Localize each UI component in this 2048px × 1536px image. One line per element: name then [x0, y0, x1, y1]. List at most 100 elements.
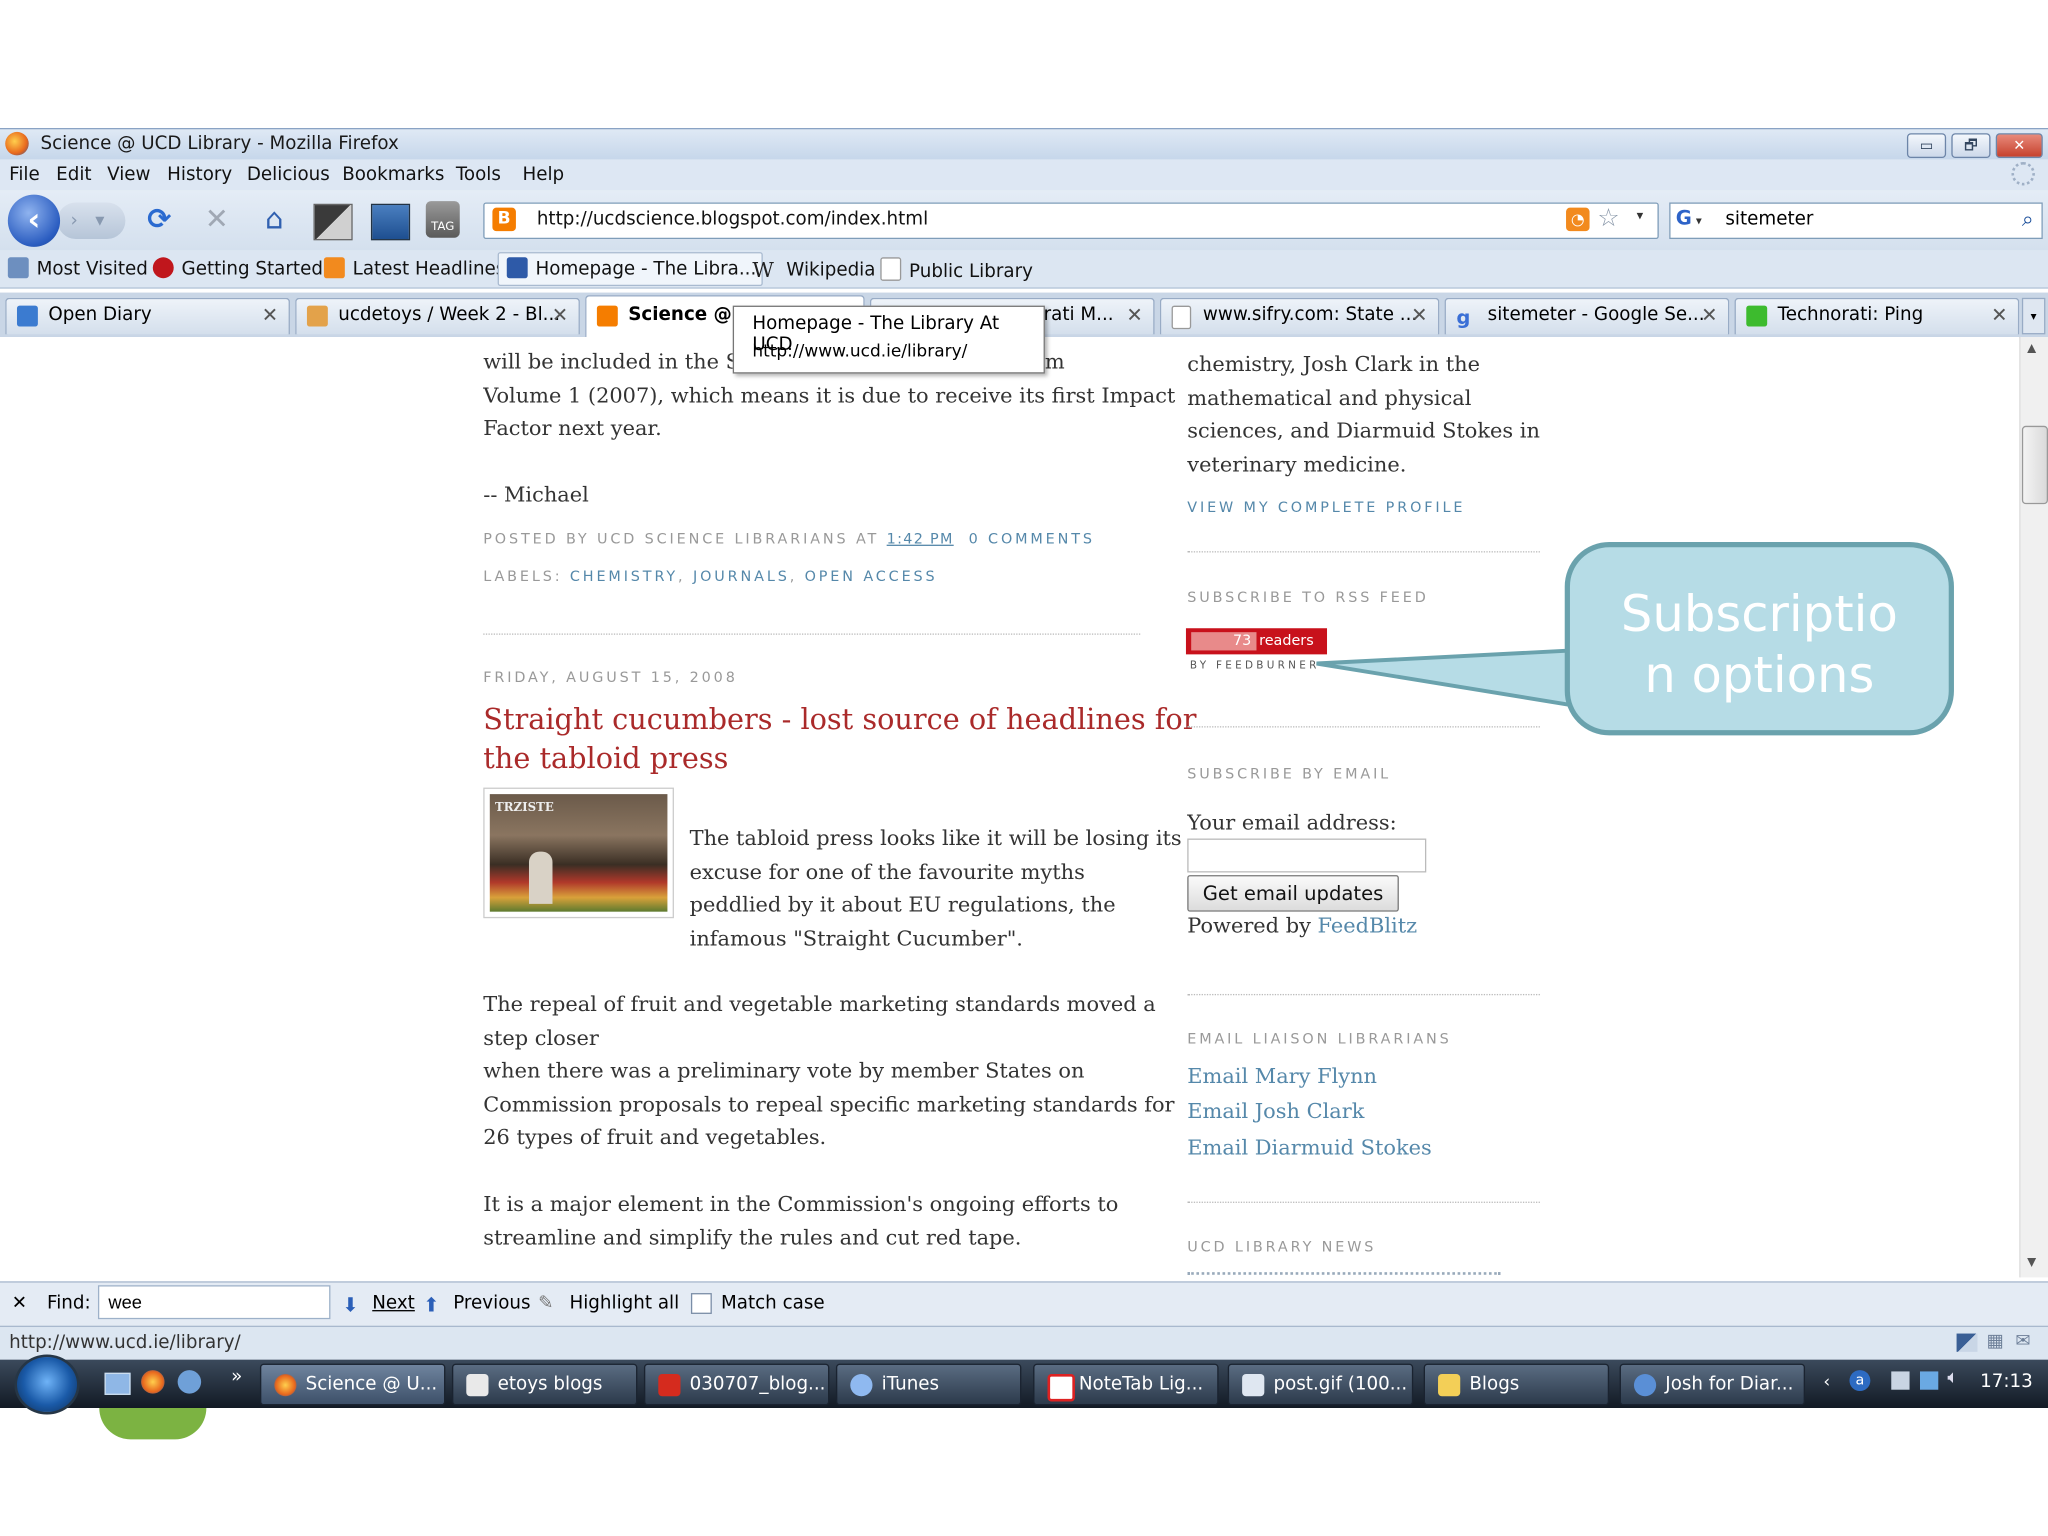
address-input[interactable]: http://ucdscience.blogspot.com/index.htm… — [537, 209, 928, 230]
menu-view[interactable]: View — [107, 165, 150, 186]
taskbar-button-notetab[interactable]: NoteTab Lig... — [1033, 1363, 1219, 1406]
google-engine-icon[interactable]: G ▾ — [1676, 206, 1715, 232]
restore-button[interactable]: 🗗 — [1951, 133, 1991, 159]
ie-quicklaunch-icon[interactable] — [177, 1370, 202, 1394]
screenshot-icon[interactable] — [313, 203, 353, 241]
taskbar-button-post-gif[interactable]: post.gif (100... — [1227, 1363, 1414, 1406]
tab-open-diary[interactable]: Open Diary ✕ — [5, 297, 290, 335]
tab-close-icon[interactable]: ✕ — [1126, 303, 1142, 327]
tab-close-icon[interactable]: ✕ — [552, 303, 568, 327]
tab-list-button[interactable]: ▾ — [2021, 297, 2046, 335]
find-next-button[interactable]: Next — [372, 1293, 415, 1314]
tray-device-icon[interactable] — [1891, 1371, 1910, 1390]
feedblitz-link[interactable]: FeedBlitz — [1318, 913, 1418, 938]
close-window-button[interactable]: ✕ — [1995, 133, 2043, 159]
bookmark-public-library[interactable]: Public Library — [880, 257, 1033, 282]
email-diarmuid-stokes-link[interactable]: Email Diarmuid Stokes — [1187, 1135, 1431, 1160]
find-previous-button[interactable]: Previous — [453, 1293, 530, 1314]
menu-edit[interactable]: Edit — [56, 165, 91, 186]
window-title-bar[interactable]: Science @ UCD Library - Mozilla Firefox … — [0, 127, 2048, 161]
menu-history[interactable]: History — [167, 165, 232, 186]
address-bar[interactable]: B http://ucdscience.blogspot.com/index.h… — [483, 202, 1659, 240]
tab-sitemeter-google[interactable]: g sitemeter - Google Se... ✕ — [1444, 297, 1730, 335]
tab-close-icon[interactable]: ✕ — [1411, 303, 1427, 327]
post-title-line[interactable]: the tabloid press — [483, 741, 1196, 780]
tray-network-icon[interactable] — [1919, 1371, 1939, 1390]
post-time-link[interactable]: 1:42 PM — [887, 530, 954, 547]
post-title[interactable]: Straight cucumbers - lost source of head… — [483, 701, 1196, 779]
home-icon[interactable]: ⌂ — [256, 204, 293, 238]
comments-link[interactable]: 0 COMMENTS — [969, 530, 1095, 547]
scrollbar-thumb[interactable] — [2021, 425, 2048, 505]
bookmark-homepage-library[interactable]: Homepage - The Libra... — [497, 252, 763, 287]
email-label: Your email address: — [1187, 809, 1397, 835]
get-email-updates-button[interactable]: Get email updates — [1187, 875, 1399, 912]
back-button[interactable]: ‹ — [7, 194, 61, 247]
match-case-label[interactable]: Match case — [721, 1293, 825, 1314]
stop-icon[interactable]: ✕ — [199, 204, 236, 238]
forward-button[interactable]: › ▾ — [57, 202, 126, 240]
minimize-button[interactable]: ▭ — [1906, 133, 1947, 159]
firefox-quicklaunch-icon[interactable] — [141, 1370, 165, 1394]
bookmark-getting-started[interactable]: Getting Started — [152, 257, 323, 280]
find-close-icon[interactable]: ✕ — [12, 1293, 27, 1314]
bookmark-most-visited[interactable]: Most Visited — [7, 257, 148, 280]
taskbar-button-itunes[interactable]: iTunes — [835, 1363, 1022, 1406]
tab-technorati-ping[interactable]: Technorati: Ping ✕ — [1734, 297, 2020, 335]
post-title-line[interactable]: Straight cucumbers - lost source of head… — [483, 701, 1196, 740]
search-input[interactable]: sitemeter — [1725, 209, 1813, 230]
highlight-all-button[interactable]: Highlight all — [569, 1293, 679, 1314]
bookmark-latest-headlines[interactable]: Latest Headlines — [323, 257, 505, 280]
menu-delicious[interactable]: Delicious — [247, 165, 330, 186]
menu-file[interactable]: File — [9, 165, 40, 186]
url-dropdown-icon[interactable]: ▾ — [1637, 209, 1644, 223]
find-previous-arrow-icon[interactable]: ⬆ — [423, 1293, 439, 1317]
status-grid-icon[interactable]: ▦ — [1987, 1331, 2004, 1352]
tag-icon[interactable]: TAG — [425, 201, 460, 238]
tray-app-icon[interactable]: a — [1849, 1370, 1871, 1392]
bookmark-wikipedia[interactable]: W Wikipedia — [752, 257, 875, 282]
label-link-journals[interactable]: JOURNALS — [693, 568, 790, 585]
status-mail-icon[interactable]: ✉ — [2015, 1331, 2030, 1352]
status-screen-icon[interactable] — [1956, 1333, 1978, 1352]
bookmark-star-icon[interactable]: ☆ — [1597, 204, 1619, 233]
view-profile-link[interactable]: VIEW MY COMPLETE PROFILE — [1187, 499, 1465, 516]
market-sign: TRZISTE — [495, 801, 554, 816]
email-mary-flynn-link[interactable]: Email Mary Flynn — [1187, 1063, 1377, 1088]
scroll-down-icon[interactable]: ▼ — [2027, 1256, 2036, 1269]
menu-bookmarks[interactable]: Bookmarks — [342, 165, 444, 186]
reload-icon[interactable]: ⟳ — [141, 204, 178, 238]
search-icon[interactable]: ⌕ — [2022, 206, 2034, 232]
post-image-frame[interactable]: TRZISTE — [483, 787, 674, 919]
find-next-arrow-icon[interactable]: ⬇ — [342, 1293, 358, 1317]
find-input[interactable] — [97, 1285, 331, 1320]
taskbar-button-josh[interactable]: Josh for Diar... — [1619, 1363, 1806, 1406]
start-button[interactable] — [14, 1354, 80, 1415]
menu-help[interactable]: Help — [522, 165, 564, 186]
tray-expand-icon[interactable]: ‹ — [1823, 1373, 1830, 1393]
match-case-checkbox[interactable] — [690, 1293, 712, 1314]
search-box[interactable]: G ▾ sitemeter ⌕ — [1669, 202, 2043, 240]
tab-close-icon[interactable]: ✕ — [1991, 303, 2007, 327]
show-desktop-icon[interactable] — [104, 1372, 131, 1395]
label-link-open-access[interactable]: OPEN ACCESS — [805, 568, 938, 585]
quicklaunch-overflow-icon[interactable]: » — [231, 1366, 242, 1387]
tab-close-icon[interactable]: ✕ — [262, 303, 278, 327]
tab-close-icon[interactable]: ✕ — [1701, 303, 1717, 327]
taskbar-button-blogs[interactable]: Blogs — [1423, 1363, 1610, 1406]
email-address-input[interactable] — [1187, 838, 1427, 873]
scroll-up-icon[interactable]: ▲ — [2027, 342, 2036, 355]
bookmark-tool-icon[interactable] — [370, 203, 411, 241]
post-text-line: It is a major element in the Commission'… — [483, 1191, 1119, 1216]
taskbar-button-etoys[interactable]: etoys blogs — [451, 1363, 638, 1406]
email-josh-clark-link[interactable]: Email Josh Clark — [1187, 1098, 1364, 1123]
label-link-chemistry[interactable]: CHEMISTRY — [570, 568, 678, 585]
system-clock[interactable]: 17:13 — [1980, 1371, 2033, 1392]
taskbar-button-pdf[interactable]: 030707_blog... — [643, 1363, 830, 1406]
tab-ucdetoys[interactable]: ucdetoys / Week 2 - Bl... ✕ — [295, 297, 580, 335]
menu-tools[interactable]: Tools — [456, 165, 501, 186]
rss-feed-icon[interactable]: ◔ — [1566, 207, 1590, 232]
taskbar-button-firefox[interactable]: Science @ U... — [259, 1363, 446, 1406]
tray-volume-icon[interactable]: 🔈︎ — [1947, 1368, 1958, 1389]
tab-sifry[interactable]: www.sifry.com: State ... ✕ — [1159, 297, 1440, 335]
